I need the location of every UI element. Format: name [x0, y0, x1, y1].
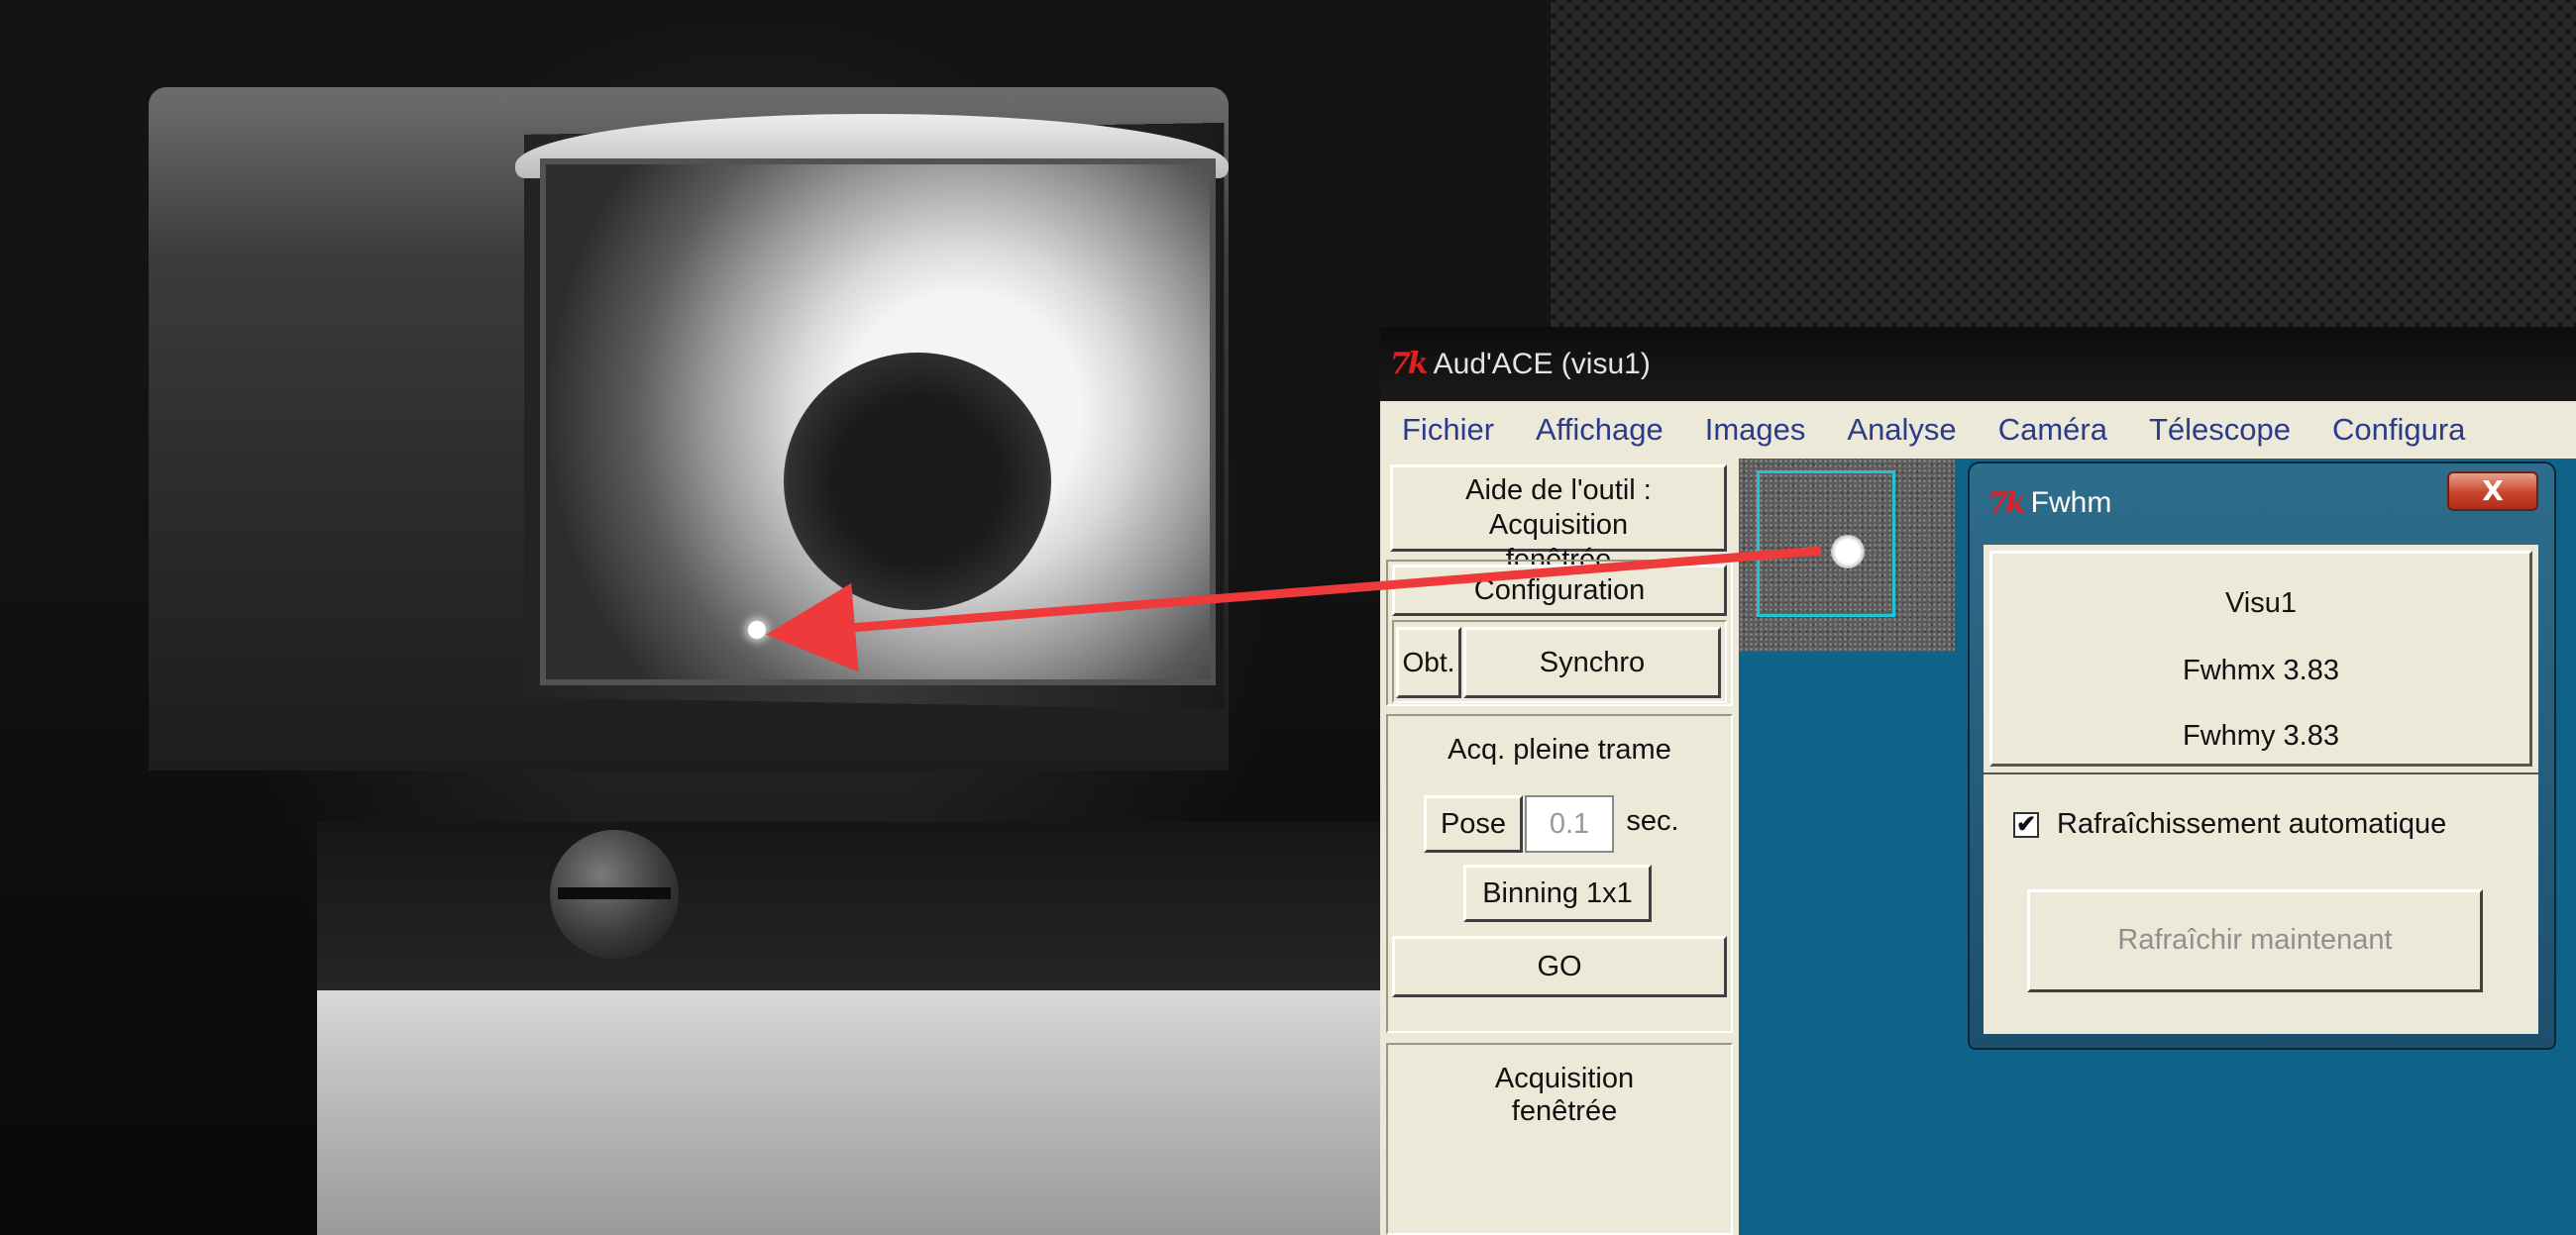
tool-panel: Aide de l'outil : Acquisition fenêtrée C…	[1380, 459, 1741, 1235]
menu-configuration[interactable]: Configura	[2310, 412, 2485, 448]
fwhm-title: Fwhm	[2030, 486, 2112, 519]
close-button[interactable]: X	[2447, 471, 2538, 511]
windowed-label: Acquisition fenêtrée	[1494, 1063, 1635, 1127]
menu-camera[interactable]: Caméra	[1977, 412, 2127, 448]
configuration-button[interactable]: Configuration	[1392, 565, 1727, 616]
photo-star-spot	[748, 621, 766, 639]
pose-input[interactable]: 0.1	[1525, 795, 1614, 853]
shutter-button[interactable]: Obt.	[1396, 627, 1461, 698]
menu-affichage[interactable]: Affichage	[1514, 412, 1683, 448]
window-titlebar[interactable]: 7k Aud'ACE (visu1)	[1380, 327, 2576, 401]
tk-logo-icon: 7k	[1987, 485, 2026, 521]
auto-refresh-checkbox[interactable]: ✔	[2013, 812, 2039, 838]
tk-logo-icon: 7k	[1390, 347, 1429, 381]
go-button[interactable]: GO	[1392, 936, 1727, 997]
star-thumbnail	[1739, 459, 1955, 652]
fwhmx-value: Fwhmx 3.83	[2183, 655, 2339, 686]
pose-unit: sec.	[1626, 805, 1679, 837]
divider	[1984, 772, 2538, 774]
menu-telescope[interactable]: Télescope	[2127, 412, 2310, 448]
photo-screen	[540, 158, 1216, 685]
help-button[interactable]: Aide de l'outil : Acquisition fenêtrée	[1390, 464, 1727, 575]
fwhmy-value: Fwhmy 3.83	[2183, 720, 2339, 752]
camera-photo	[0, 0, 1551, 1235]
menu-analyse[interactable]: Analyse	[1825, 412, 1976, 448]
menu-images[interactable]: Images	[1683, 412, 1826, 448]
fwhm-body: Visu1 Fwhmx 3.83 Fwhmy 3.83 ✔ Rafraîchis…	[1984, 545, 2538, 1034]
photo-screw	[550, 830, 679, 959]
roi-box[interactable]	[1757, 470, 1895, 617]
visu-label: Visu1	[2224, 587, 2298, 619]
menu-bar: Fichier Affichage Images Analyse Caméra …	[1380, 401, 2576, 460]
window-title: Aud'ACE (visu1)	[1433, 347, 1651, 380]
pose-button[interactable]: Pose	[1424, 795, 1523, 853]
fullframe-label: Acq. pleine trame	[1448, 734, 1671, 766]
refresh-now-button[interactable]: Rafraîchir maintenant	[2027, 889, 2483, 992]
synchro-button[interactable]: Synchro	[1463, 627, 1721, 698]
photo-lower-body	[317, 822, 1551, 995]
fwhm-dialog: 7k Fwhm X Visu1 Fwhmx 3.83 Fwhmy 3.83 ✔ …	[1970, 463, 2554, 1048]
auto-refresh-label: Rafraîchissement automatique	[2057, 808, 2447, 840]
thumbnail-star	[1831, 535, 1865, 568]
photo-plate	[317, 990, 1551, 1235]
menu-fichier[interactable]: Fichier	[1380, 412, 1514, 448]
fwhm-values-group: Visu1 Fwhmx 3.83 Fwhmy 3.83	[1989, 551, 2532, 767]
binning-button[interactable]: Binning 1x1	[1463, 865, 1652, 922]
